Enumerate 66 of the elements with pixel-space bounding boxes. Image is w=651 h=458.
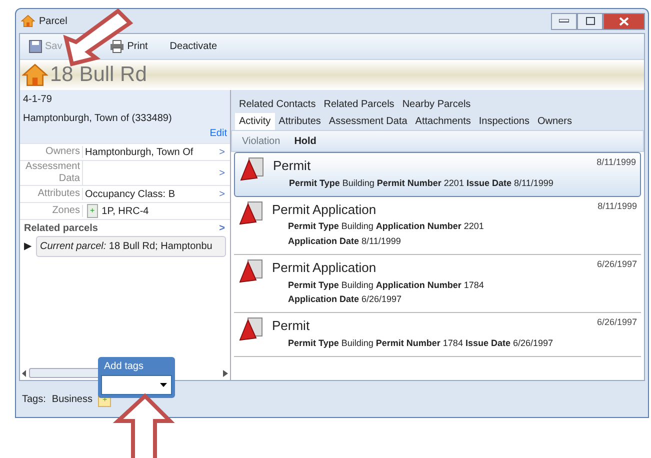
tab[interactable]: Attributes	[274, 113, 325, 130]
activity-detail: Permit Type Building Application Number 2201	[287, 220, 485, 234]
tab[interactable]: Owners	[533, 113, 576, 130]
toolbar-button[interactable]: Deactivate	[164, 37, 222, 56]
tab[interactable]: Inspections	[474, 113, 534, 130]
field-label: Attributes	[20, 188, 83, 200]
save-icon	[29, 40, 42, 53]
tag[interactable]: Business	[52, 392, 92, 407]
more-link[interactable]: >	[214, 220, 230, 236]
maximize-button[interactable]	[577, 12, 603, 30]
more-link[interactable]: >	[214, 144, 230, 160]
activity-detail: Application Date 8/11/1999	[287, 234, 402, 248]
parcel-title: 18 Bull Rd	[50, 62, 147, 88]
activity-title: Permit Application	[272, 259, 376, 278]
scroll-right-icon[interactable]	[223, 370, 228, 376]
section-heading: Related parcels	[23, 222, 99, 236]
close-icon	[619, 16, 629, 26]
municipality-text: Hamptonburgh, Town of (333489)	[23, 112, 173, 126]
current-parcel-item[interactable]: Current parcel: 18 Bull Rd; Hamptonbu	[36, 236, 226, 257]
field-value: Occupancy Class: B	[85, 188, 176, 202]
close-button[interactable]	[603, 12, 645, 30]
activity-date: 6/26/1997	[596, 316, 637, 330]
edit-link[interactable]: Edit	[210, 128, 227, 139]
scroll-left-icon[interactable]	[22, 370, 27, 376]
activity-title: Permit Application	[272, 200, 376, 219]
maximize-icon	[586, 17, 594, 25]
activity-item[interactable]: Permit 8/11/1999 Permit Type Building Permit Number 2201 Issue Date 8/11/1999	[234, 152, 641, 197]
caret-icon	[160, 383, 167, 387]
more-link[interactable]: >	[214, 186, 230, 202]
activity-title: Permit	[272, 317, 310, 336]
tab[interactable]: Attachments	[411, 113, 475, 130]
minimize-button[interactable]	[551, 12, 577, 30]
field-label: Assessment Data	[20, 161, 83, 185]
tab[interactable]: Assessment Data	[324, 113, 412, 130]
tags-label: Tags:	[22, 393, 46, 407]
toolbar-button[interactable]: Hold	[294, 134, 316, 148]
popup-title: Add tags	[103, 360, 144, 374]
tab[interactable]: Activity	[235, 113, 275, 130]
more-link[interactable]: >	[214, 166, 230, 180]
activity-item[interactable]: Permit 6/26/1997 Permit Type Building Permit Number 1784 Issue Date 6/26/1997	[234, 313, 641, 358]
activity-detail: Permit Type Building Permit Number 2201 Issue Date 8/11/1999	[288, 176, 554, 190]
minimize-icon	[559, 19, 569, 23]
parcel-id: 4-1-79	[23, 93, 53, 107]
window-title: Parcel	[39, 14, 68, 28]
activity-item[interactable]: Permit Application 6/26/1997 Permit Type Building Application Number 1784 Application Date 6/26/1997	[234, 255, 641, 314]
activity-date: 8/11/1999	[598, 200, 637, 213]
tab[interactable]: Nearby Parcels	[398, 96, 475, 113]
house-icon	[22, 62, 48, 88]
field-value: 1P, HRC-4	[102, 204, 149, 218]
tab[interactable]: Related Parcels	[320, 96, 398, 113]
activity-title: Permit	[273, 157, 311, 175]
printer-icon	[110, 40, 124, 53]
house-icon	[21, 14, 35, 28]
field-label: Owners	[20, 146, 83, 158]
activity-item[interactable]: Permit Application 8/11/1999 Permit Type Building Application Number 2201 Application Date 8/11/1999	[234, 196, 641, 256]
field-label: Zones	[20, 205, 83, 217]
activity-date: 8/11/1999	[596, 156, 636, 169]
tag-dropdown[interactable]	[101, 375, 172, 395]
activity-detail: Permit Type Building Permit Number 1784 Issue Date 6/26/1997	[287, 336, 554, 350]
expand-toggle[interactable]: ▶	[24, 239, 32, 254]
activity-detail: Application Date 6/26/1997	[287, 293, 403, 306]
field-value: Hamptonburgh, Town Of	[85, 146, 194, 160]
activity-detail: Permit Type Building Application Number 1784	[287, 278, 485, 292]
tab[interactable]: Related Contacts	[235, 96, 320, 113]
callout-arrow	[112, 393, 175, 458]
activity-date: 6/26/1997	[596, 258, 637, 272]
